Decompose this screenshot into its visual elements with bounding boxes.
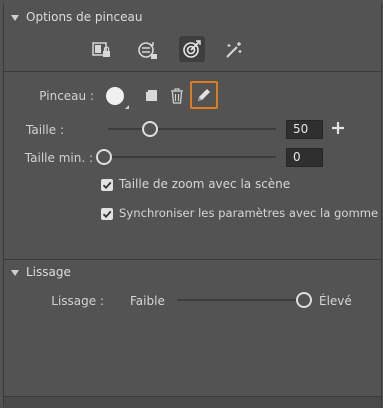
- smoothing-label: Lissage :: [51, 294, 104, 308]
- size-slider-thumb[interactable]: [142, 121, 158, 137]
- brush-label: Pinceau :: [39, 89, 94, 103]
- min-size-slider-track[interactable]: [104, 156, 276, 158]
- brush-options-panel: Options de pinceau Pinceau: Taille: 50…: [3, 3, 382, 408]
- brush-preview-dot[interactable]: [106, 87, 124, 105]
- section-title-smoothing[interactable]: Lissage: [26, 265, 71, 279]
- brush-dropdown-arrow-icon[interactable]: [125, 101, 129, 109]
- size-increase-plus-icon[interactable]: [331, 121, 347, 137]
- smoothing-slider-thumb[interactable]: [296, 292, 312, 308]
- min-size-label: Taille min. :: [24, 151, 93, 165]
- sync-eraser-checkbox[interactable]: [101, 208, 113, 220]
- zoom-size-checkbox[interactable]: [101, 179, 113, 191]
- divider: [4, 259, 381, 260]
- section-title-brush-options[interactable]: Options de pinceau: [26, 10, 142, 24]
- min-size-input[interactable]: 0: [286, 148, 323, 167]
- zoom-size-checkbox-label[interactable]: Taille de zoom avec la scène: [119, 177, 290, 191]
- target-brush-icon[interactable]: [179, 36, 205, 62]
- edit-brush-pencil-icon[interactable]: [190, 81, 218, 109]
- collapse-triangle-icon[interactable]: [11, 15, 19, 21]
- size-input[interactable]: 50: [286, 120, 323, 139]
- collapse-triangle-icon[interactable]: [11, 270, 19, 276]
- new-brush-icon[interactable]: [144, 88, 160, 104]
- panel-bottom-bar: [4, 396, 381, 408]
- smoothing-min-label: Faible: [130, 294, 165, 308]
- min-size-slider-thumb[interactable]: [96, 149, 112, 165]
- divider: [4, 71, 381, 72]
- smoothing-max-label: Élevé: [319, 294, 352, 308]
- smoothing-slider-track[interactable]: [177, 299, 304, 301]
- size-slider-track[interactable]: [108, 128, 276, 130]
- size-label: Taille :: [26, 123, 64, 137]
- lock-layer-icon[interactable]: [90, 38, 114, 62]
- trash-icon[interactable]: [168, 87, 186, 105]
- sync-eraser-checkbox-label[interactable]: Synchroniser les paramètres avec la gomm…: [119, 206, 378, 220]
- magic-wand-icon[interactable]: [222, 38, 246, 62]
- sync-icon[interactable]: [135, 38, 159, 62]
